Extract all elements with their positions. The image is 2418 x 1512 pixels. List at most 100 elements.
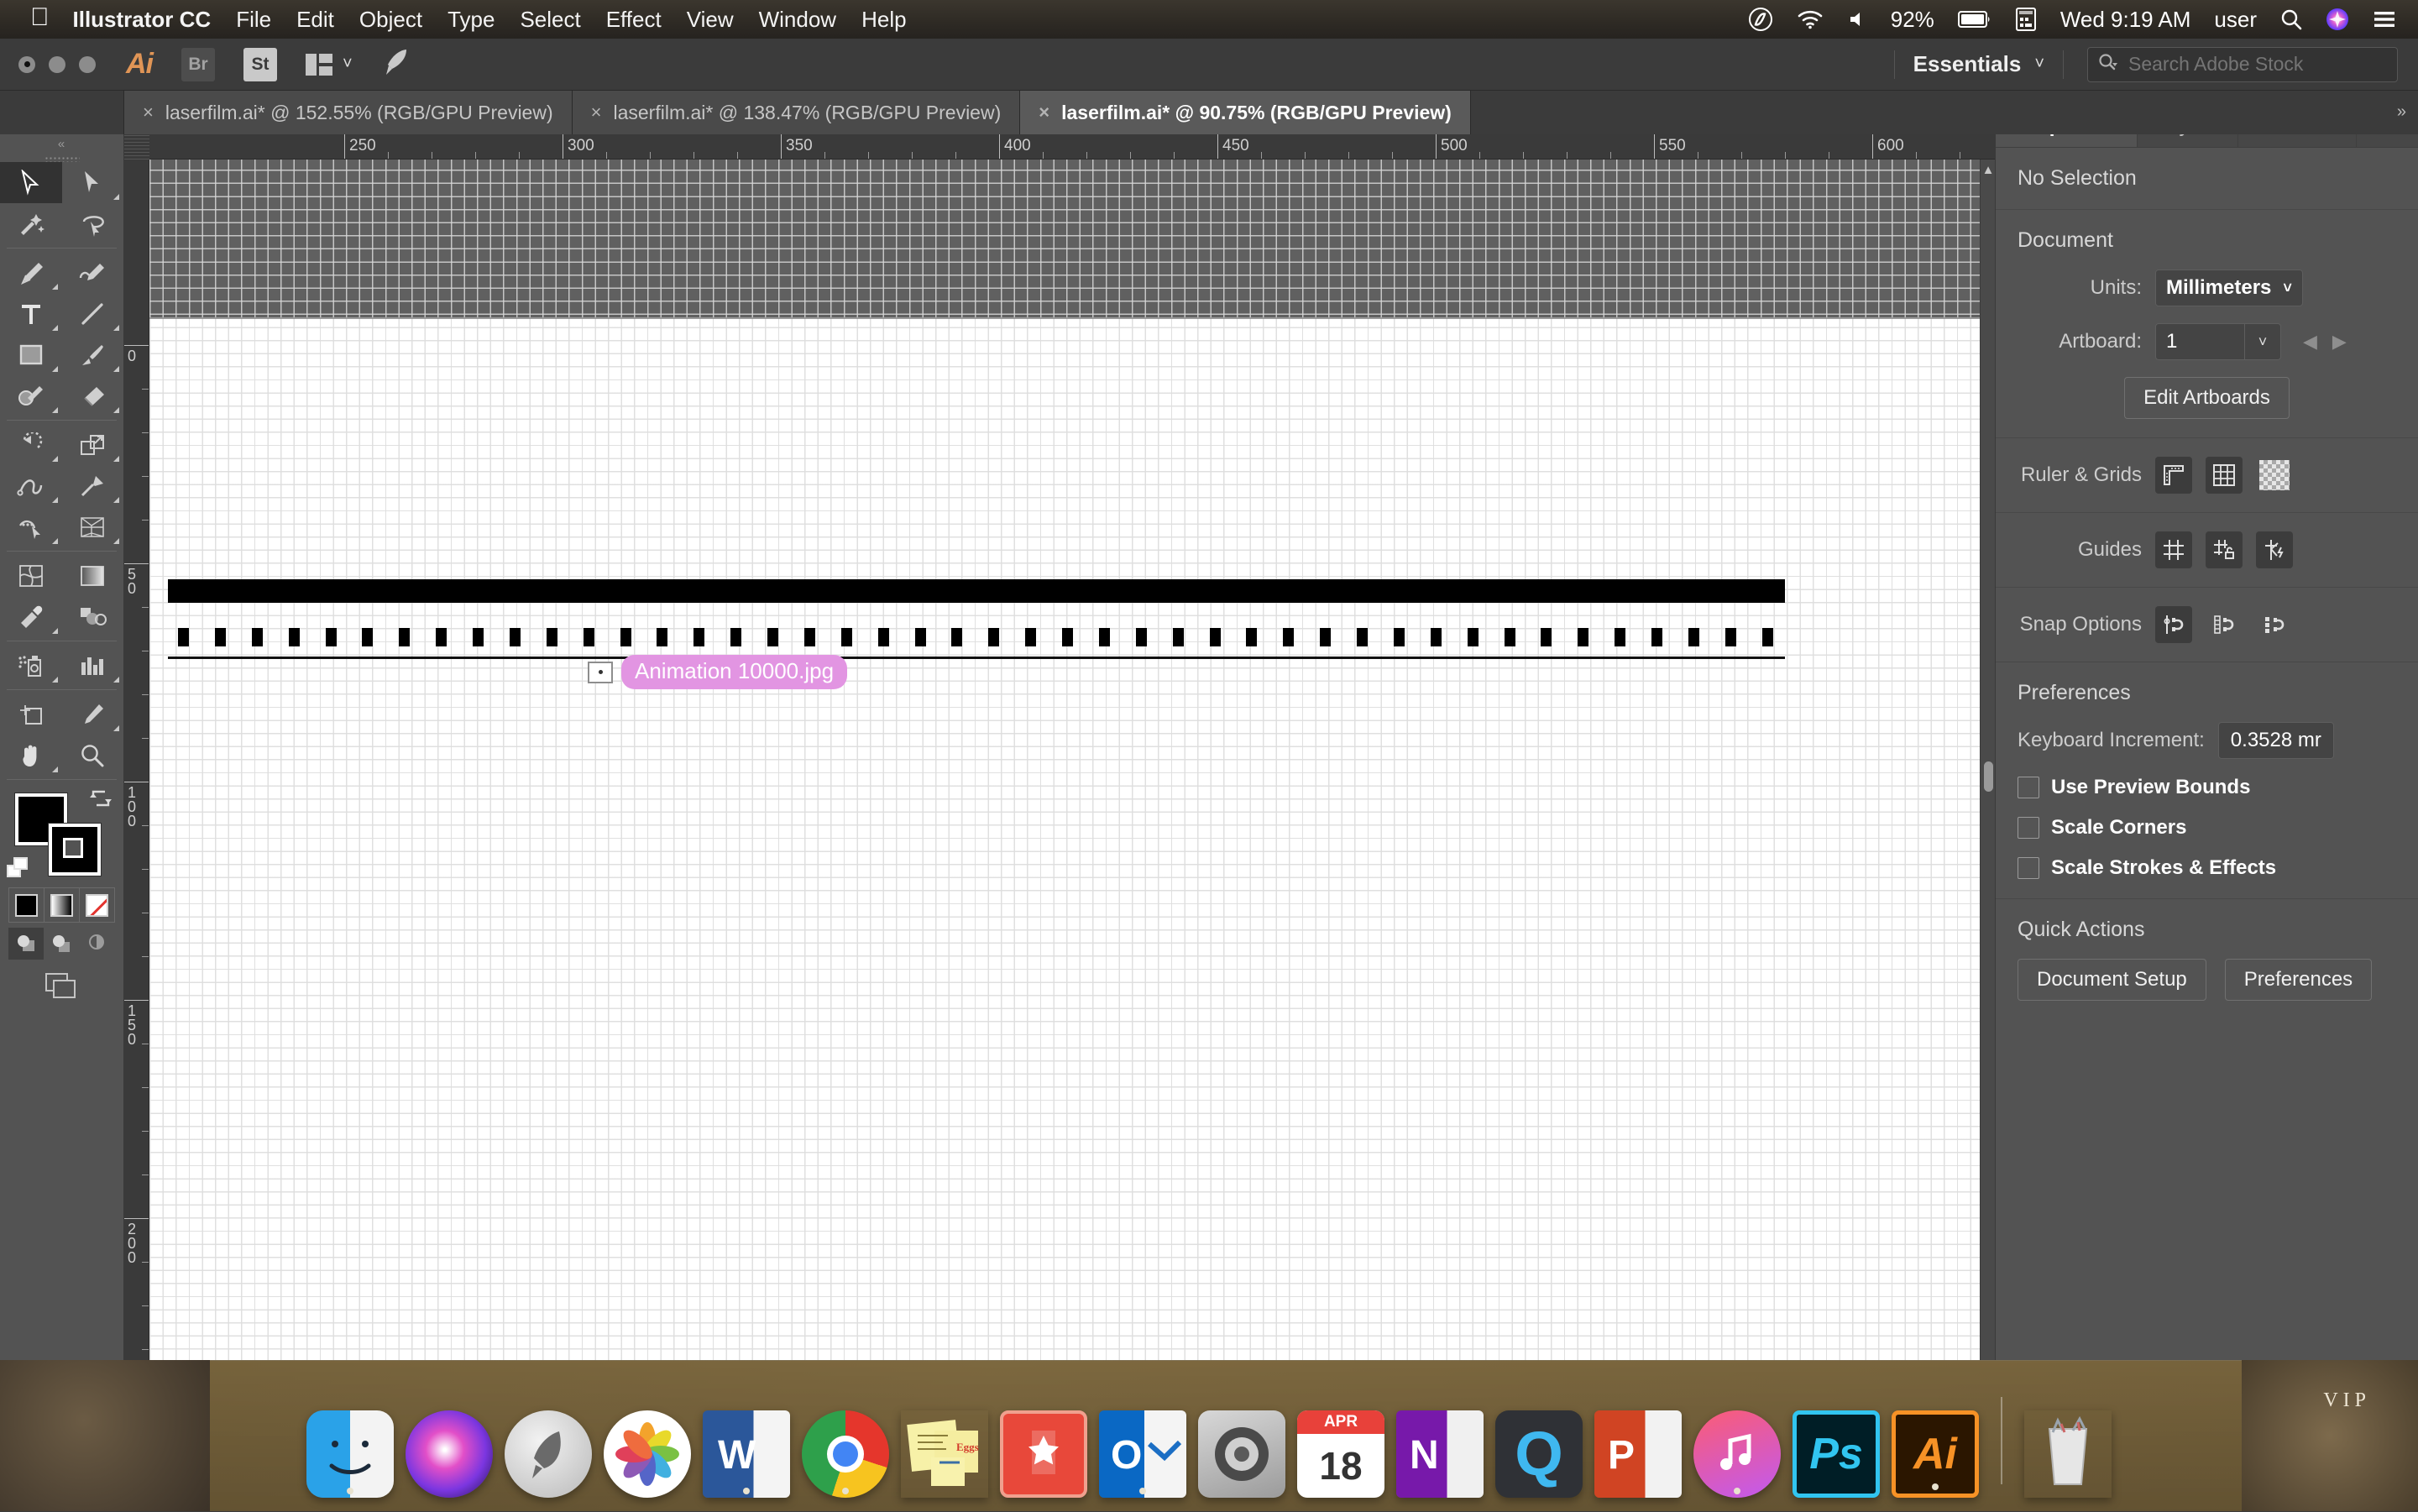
dock-item-microsoft-powerpoint[interactable]: P bbox=[1594, 1410, 1682, 1498]
stroke-swatch[interactable] bbox=[49, 824, 101, 876]
perspective-grid-tool[interactable] bbox=[62, 506, 124, 547]
dock-item-trash[interactable] bbox=[2024, 1410, 2112, 1498]
shape-builder-tool[interactable] bbox=[0, 506, 62, 547]
menu-app-name[interactable]: Illustrator CC bbox=[73, 7, 212, 33]
stock-button[interactable]: St bbox=[243, 48, 277, 81]
close-icon[interactable]: × bbox=[143, 102, 154, 123]
vertical-ruler[interactable]: 050100150200 bbox=[124, 160, 149, 1468]
dock-item-wunderlist[interactable] bbox=[1000, 1410, 1087, 1498]
hand-tool[interactable] bbox=[0, 735, 62, 776]
scale-corners-row[interactable]: Scale Corners bbox=[2018, 816, 2396, 840]
dock-item-adobe-photoshop[interactable]: Ps bbox=[1793, 1410, 1880, 1498]
close-button[interactable] bbox=[18, 56, 35, 73]
spotlight-search-icon[interactable] bbox=[2280, 8, 2302, 30]
dock-item-calendar[interactable]: APR 18 bbox=[1297, 1410, 1384, 1498]
linked-image-label[interactable]: Animation 10000.jpg bbox=[588, 655, 847, 689]
slice-tool[interactable] bbox=[62, 693, 124, 735]
artboard-select[interactable]: 1 ˅ bbox=[2155, 323, 2281, 360]
dock-item-microsoft-outlook[interactable]: O bbox=[1099, 1410, 1186, 1498]
change-screen-mode-button[interactable] bbox=[44, 971, 81, 1002]
stock-search-input[interactable] bbox=[2128, 53, 2387, 76]
edit-artboards-button[interactable]: Edit Artboards bbox=[2124, 377, 2290, 419]
menu-item-file[interactable]: File bbox=[236, 7, 271, 33]
lasso-tool[interactable] bbox=[62, 203, 124, 244]
stock-rocket-icon[interactable] bbox=[381, 47, 413, 81]
free-transform-tool[interactable] bbox=[62, 465, 124, 506]
eyedropper-tool[interactable] bbox=[0, 596, 62, 637]
apple-logo-icon[interactable]:  bbox=[30, 5, 50, 30]
zoom-button[interactable] bbox=[79, 56, 96, 73]
artboard-1[interactable] bbox=[149, 317, 1980, 1468]
rectangle-tool[interactable] bbox=[0, 334, 62, 375]
use-preview-bounds-checkbox[interactable] bbox=[2018, 777, 2039, 798]
minimize-button[interactable] bbox=[49, 56, 65, 73]
scale-tool[interactable] bbox=[62, 424, 124, 465]
column-graph-tool[interactable] bbox=[62, 645, 124, 686]
menubar-clock[interactable]: Wed 9:19 AM bbox=[2060, 7, 2191, 33]
magic-wand-tool[interactable] bbox=[0, 203, 62, 244]
units-select[interactable]: Millimeters ˅ bbox=[2155, 269, 2303, 306]
swap-fill-stroke-icon[interactable] bbox=[88, 788, 113, 816]
menu-item-help[interactable]: Help bbox=[861, 7, 906, 33]
show-rulers-icon[interactable] bbox=[2155, 457, 2192, 494]
bridge-button[interactable]: Br bbox=[181, 48, 215, 81]
lock-guides-icon[interactable] bbox=[2206, 531, 2243, 568]
menu-item-window[interactable]: Window bbox=[759, 7, 836, 33]
dock-item-quicktime-player[interactable]: Q bbox=[1495, 1410, 1583, 1498]
menu-item-view[interactable]: View bbox=[687, 7, 734, 33]
paintbrush-tool[interactable] bbox=[62, 334, 124, 375]
blend-tool[interactable] bbox=[62, 596, 124, 637]
dock-item-stickies[interactable]: Eggs bbox=[901, 1410, 988, 1498]
gradient-tool[interactable] bbox=[62, 555, 124, 596]
color-swatch-button[interactable] bbox=[9, 888, 44, 922]
document-tab-3[interactable]: × laserfilm.ai* @ 90.75% (RGB/GPU Previe… bbox=[1020, 91, 1471, 134]
selection-tool[interactable] bbox=[0, 162, 62, 203]
next-artboard-icon[interactable]: ▶ bbox=[2332, 331, 2347, 353]
menubar-user[interactable]: user bbox=[2214, 7, 2257, 33]
eraser-tool[interactable] bbox=[62, 375, 124, 416]
arrange-documents-button[interactable]: ˅ bbox=[306, 54, 353, 76]
dock-item-finder[interactable] bbox=[306, 1410, 394, 1498]
draw-normal-button[interactable] bbox=[8, 928, 44, 960]
film-strip-black-bar[interactable] bbox=[168, 579, 1785, 603]
wifi-icon[interactable] bbox=[1797, 9, 1824, 29]
snap-to-grid-icon[interactable] bbox=[2206, 606, 2243, 643]
ruler-origin-corner[interactable] bbox=[124, 134, 149, 160]
pen-tool[interactable] bbox=[0, 252, 62, 293]
document-setup-button[interactable]: Document Setup bbox=[2018, 959, 2206, 1001]
scroll-up-icon[interactable]: ▲ bbox=[1981, 160, 1996, 180]
dock-item-photos[interactable] bbox=[604, 1410, 691, 1498]
keyboard-increment-field[interactable]: 0.3528 mr bbox=[2218, 722, 2334, 759]
dock-item-itunes[interactable] bbox=[1693, 1410, 1781, 1498]
stock-search-box[interactable] bbox=[2087, 47, 2398, 82]
draw-behind-button[interactable] bbox=[44, 928, 79, 960]
width-tool[interactable] bbox=[0, 465, 62, 506]
type-tool[interactable] bbox=[0, 293, 62, 334]
scale-corners-checkbox[interactable] bbox=[2018, 817, 2039, 839]
expand-panels-icon[interactable]: » bbox=[2397, 102, 2406, 122]
close-icon[interactable]: × bbox=[1039, 102, 1049, 123]
mesh-tool[interactable] bbox=[0, 555, 62, 596]
dock-item-launchpad[interactable] bbox=[505, 1410, 592, 1498]
menu-item-select[interactable]: Select bbox=[520, 7, 580, 33]
shaper-tool[interactable] bbox=[0, 375, 62, 416]
snap-to-pixel-icon[interactable] bbox=[2256, 606, 2293, 643]
snap-to-point-icon[interactable] bbox=[2155, 606, 2192, 643]
dock-item-microsoft-word[interactable]: W bbox=[703, 1410, 790, 1498]
dock-item-siri[interactable] bbox=[406, 1410, 493, 1498]
symbol-sprayer-tool[interactable] bbox=[0, 645, 62, 686]
menu-item-type[interactable]: Type bbox=[447, 7, 495, 33]
dock-item-google-chrome[interactable] bbox=[802, 1410, 889, 1498]
menu-item-edit[interactable]: Edit bbox=[296, 7, 334, 33]
keyboard-input-icon[interactable] bbox=[2015, 7, 2037, 32]
default-fill-stroke-icon[interactable] bbox=[7, 857, 32, 879]
tool-panel-drag-dots[interactable] bbox=[44, 156, 80, 162]
document-tab-1[interactable]: × laserfilm.ai* @ 152.55% (RGB/GPU Previ… bbox=[124, 91, 573, 134]
direct-selection-tool[interactable] bbox=[62, 162, 124, 203]
artboard-viewport[interactable]: Animation 10000.jpg bbox=[149, 160, 1980, 1468]
chevron-down-icon[interactable]: ˅ bbox=[2034, 55, 2044, 74]
horizontal-ruler[interactable]: 250300350400450500550600 bbox=[124, 134, 1995, 160]
close-icon[interactable]: × bbox=[591, 102, 602, 123]
show-transparency-grid-icon[interactable] bbox=[2256, 457, 2293, 494]
use-preview-bounds-row[interactable]: Use Preview Bounds bbox=[2018, 776, 2396, 799]
